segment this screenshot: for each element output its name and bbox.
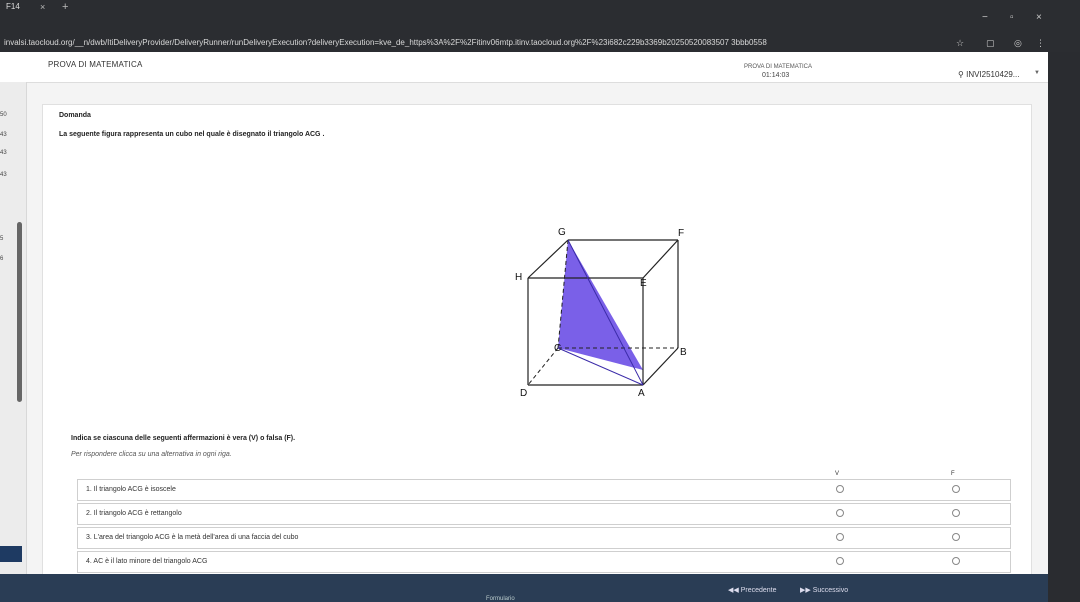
menu-icon[interactable]: ⋮ bbox=[1036, 34, 1045, 52]
statement-text: 4. AC è il lato minore del triangolo ACG bbox=[86, 558, 208, 565]
vertex-label-c: C bbox=[554, 343, 561, 354]
nav-item[interactable]: 5 bbox=[0, 236, 3, 242]
question-text: La seguente figura rappresenta un cubo n… bbox=[59, 131, 325, 138]
nav-item[interactable]: 43 bbox=[0, 150, 7, 156]
formula-button[interactable]: Formulario bbox=[486, 596, 515, 602]
column-header-true: V bbox=[835, 471, 840, 477]
cube-edge bbox=[642, 347, 679, 386]
statement-row: 1. Il triangolo ACG è isoscele bbox=[77, 479, 1011, 501]
user-id: INVI2510429... bbox=[966, 70, 1020, 79]
nav-item[interactable]: 43 bbox=[0, 132, 7, 138]
statement-text: 2. Il triangolo ACG è rettangolo bbox=[86, 510, 182, 517]
cube-figure: G F H E C B D A bbox=[515, 227, 687, 399]
vertex-label-a: A bbox=[638, 388, 645, 399]
question-label: Domanda bbox=[59, 112, 91, 119]
app-header: PROVA DI MATEMATICA PROVA DI MATEMATICA … bbox=[0, 52, 1048, 83]
radio-true[interactable] bbox=[836, 485, 844, 493]
chevron-down-icon[interactable]: ▼ bbox=[1034, 70, 1040, 76]
statement-row: 3. L'area del triangolo ACG è la metà de… bbox=[77, 527, 1011, 549]
hint-text: Per rispondere clicca su una alternativa… bbox=[71, 451, 232, 458]
address-bar[interactable]: invalsi.taocloud.org/__n/dwb/ItiDelivery… bbox=[0, 34, 1080, 52]
statement-row: 2. Il triangolo ACG è rettangolo bbox=[77, 503, 1011, 525]
minimize-icon[interactable]: − bbox=[982, 12, 988, 23]
question-panel: Domanda La seguente figura rappresenta u… bbox=[42, 104, 1032, 578]
nav-item[interactable]: 6 bbox=[0, 256, 3, 262]
column-header-false: F bbox=[951, 471, 955, 477]
user-menu[interactable]: ⚲ INVI2510429... bbox=[958, 70, 1019, 79]
radio-false[interactable] bbox=[952, 533, 960, 541]
star-icon[interactable]: ☆ bbox=[956, 34, 964, 52]
window-close-icon[interactable]: × bbox=[1036, 12, 1042, 23]
scrollbar-thumb[interactable] bbox=[17, 222, 22, 402]
radio-false[interactable] bbox=[952, 509, 960, 517]
footer-bar: Formulario ◀◀ Precedente ▶▶ Successivo bbox=[0, 574, 1048, 602]
triangle-acg bbox=[558, 240, 643, 370]
test-name: PROVA DI MATEMATICA bbox=[744, 64, 813, 70]
test-page: PROVA DI MATEMATICA PROVA DI MATEMATICA … bbox=[0, 52, 1048, 602]
nav-item[interactable]: 43 bbox=[0, 172, 7, 178]
next-button[interactable]: ▶▶ Successivo bbox=[800, 586, 848, 594]
new-tab-icon[interactable]: + bbox=[62, 0, 68, 14]
vertex-label-b: B bbox=[680, 347, 687, 358]
vertex-label-e: E bbox=[640, 278, 647, 289]
user-icon: ⚲ bbox=[958, 70, 967, 79]
radio-true[interactable] bbox=[836, 509, 844, 517]
background-strip bbox=[1048, 52, 1080, 602]
vertex-label-g: G bbox=[558, 227, 566, 238]
vertex-label-f: F bbox=[678, 228, 684, 239]
nav-active-indicator[interactable] bbox=[0, 546, 22, 562]
radio-true[interactable] bbox=[836, 557, 844, 565]
statement-text: 3. L'area del triangolo ACG è la metà de… bbox=[86, 534, 299, 541]
browser-chrome: F14 × + − ▫ × invalsi.taocloud.org/__n/d… bbox=[0, 0, 1080, 52]
instruction-text: Indica se ciascuna delle seguenti afferm… bbox=[71, 435, 296, 442]
url-text[interactable]: invalsi.taocloud.org/__n/dwb/ItiDelivery… bbox=[4, 34, 904, 52]
radio-false[interactable] bbox=[952, 557, 960, 565]
extensions-icon[interactable]: ▢ bbox=[986, 34, 995, 52]
tab-close-icon[interactable]: × bbox=[40, 0, 45, 14]
nav-item[interactable]: 50 bbox=[0, 112, 7, 118]
radio-false[interactable] bbox=[952, 485, 960, 493]
profile-icon[interactable]: ◎ bbox=[1014, 34, 1022, 52]
vertex-label-h: H bbox=[515, 272, 522, 283]
vertex-label-d: D bbox=[520, 388, 527, 399]
browser-tab[interactable]: F14 bbox=[0, 0, 26, 14]
question-navigator: 50 43 43 43 5 6 bbox=[0, 82, 27, 602]
app-title: PROVA DI MATEMATICA bbox=[48, 60, 143, 69]
timer: 01:14:03 bbox=[762, 72, 790, 79]
previous-button[interactable]: ◀◀ Precedente bbox=[728, 586, 777, 594]
maximize-icon[interactable]: ▫ bbox=[1010, 12, 1014, 23]
statement-row: 4. AC è il lato minore del triangolo ACG bbox=[77, 551, 1011, 573]
cube-edge bbox=[642, 239, 679, 279]
cube-edge bbox=[527, 239, 569, 279]
statement-text: 1. Il triangolo ACG è isoscele bbox=[86, 486, 176, 493]
radio-true[interactable] bbox=[836, 533, 844, 541]
